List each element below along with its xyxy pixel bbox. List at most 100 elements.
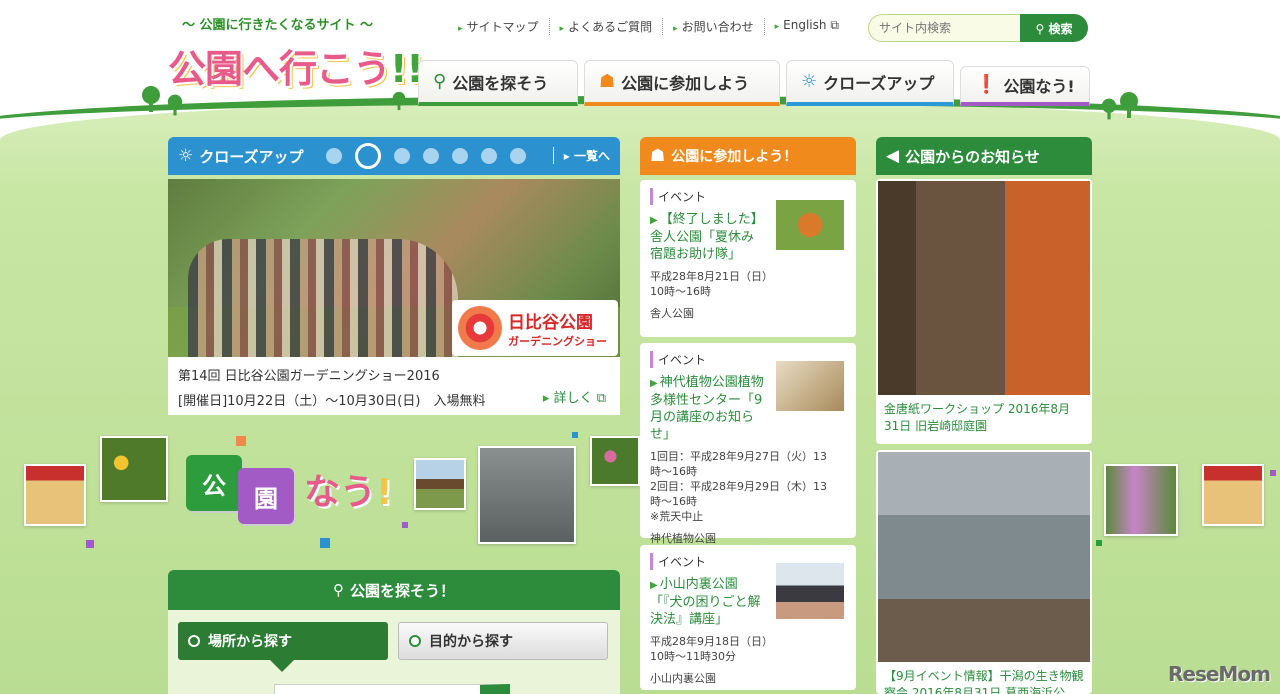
confetti bbox=[86, 540, 94, 548]
notice-header: ◀ 公園からのお知らせ bbox=[876, 137, 1092, 175]
sitemap-link[interactable]: ▸ サイトマップ bbox=[448, 18, 550, 35]
event-place: 舎人公園 bbox=[650, 307, 694, 320]
photo-tile-lilies[interactable] bbox=[1104, 464, 1178, 536]
lightbulb-icon: ☼ bbox=[801, 71, 818, 92]
contact-link[interactable]: ▸ お問い合わせ bbox=[663, 18, 765, 35]
event-place: 神代植物公園 bbox=[650, 532, 716, 545]
tab-participate[interactable]: ☗ 公園に参加しよう bbox=[584, 60, 780, 106]
event-thumbnail-dog[interactable] bbox=[776, 563, 844, 619]
main-tabs: ⚲ 公園を探そう ☗ 公園に参加しよう ☼ クローズアップ ❗ 公園なう! bbox=[418, 60, 1096, 106]
site-tagline: 〜 公園に行きたくなるサイト 〜 bbox=[182, 18, 374, 33]
nau-text: なう bbox=[304, 472, 377, 513]
nau-box-ko: 公 bbox=[186, 455, 242, 511]
participate-title: 公園に参加しよう！ bbox=[671, 149, 798, 165]
photo-tile-pergola[interactable] bbox=[414, 458, 466, 510]
event-card[interactable]: イベント ▶ 小山内裏公園「『犬の困りごと解決法』講座」 平成28年9月18日（日… bbox=[640, 545, 856, 690]
notice-caption-link[interactable]: 金唐紙ワークショップ 2016年8月31日 旧岩崎邸庭園 bbox=[876, 397, 1092, 439]
event-time: 10時〜11時30分 bbox=[650, 650, 736, 663]
photo-tile-flowers[interactable] bbox=[590, 436, 640, 486]
photo-tile-ducks[interactable] bbox=[478, 446, 576, 544]
people-icon: ☗ bbox=[599, 71, 616, 92]
arrow-circle-icon: ▶ bbox=[650, 215, 658, 226]
logo-text: 公園へ行こう bbox=[168, 47, 391, 91]
event-title-link[interactable]: ▶ 【終了しました】舎人公園「夏休み宿題お助け隊」 bbox=[650, 211, 764, 263]
arrow-circle-icon: ▶ bbox=[650, 378, 658, 389]
event-date-1: 1回目：平成28年9月27日（火）13時〜16時 bbox=[650, 450, 827, 478]
event-card[interactable]: イベント ▶ 【終了しました】舎人公園「夏休み宿題お助け隊」 平成28年8月21日… bbox=[640, 180, 856, 337]
notice-caption-link[interactable]: 【9月イベント情報】干潟の生き物観察会 2016年8月31日 葛西海浜公 bbox=[876, 664, 1092, 694]
notice-card[interactable]: 【9月イベント情報】干潟の生き物観察会 2016年8月31日 葛西海浜公 bbox=[876, 450, 1092, 694]
search-button[interactable]: ⚲ 検索 bbox=[1020, 14, 1088, 42]
tree-icon bbox=[1118, 92, 1140, 118]
notice-title: 公園からのお知らせ bbox=[905, 147, 1040, 166]
event-date-2: 2回目：平成28年9月29日（木）13時〜16時 bbox=[650, 480, 827, 508]
hibiya-badge: 日比谷公園 ガーデニングショー bbox=[452, 300, 618, 356]
tree-icon bbox=[140, 86, 162, 112]
lightbulb-icon: ☼ bbox=[178, 146, 194, 166]
tab-search-by-purpose[interactable]: 目的から探す bbox=[398, 622, 608, 660]
koen-now-logo[interactable]: 公 園 なう! bbox=[186, 454, 392, 524]
carousel-dot[interactable] bbox=[480, 148, 497, 164]
notice-photo-workshop[interactable] bbox=[878, 181, 1090, 395]
confetti bbox=[572, 432, 578, 438]
more-details-link[interactable]: ▸ 詳しく ⧉ bbox=[543, 387, 606, 406]
search-input[interactable] bbox=[868, 14, 1020, 42]
tab-search-by-place[interactable]: 場所から探す bbox=[178, 622, 388, 660]
park-search-header: ⚲ 公園を探そう！ bbox=[168, 570, 620, 610]
participate-header: ☗ 公園に参加しよう！ bbox=[640, 137, 856, 175]
badge-event-name: ガーデニングショー bbox=[508, 334, 607, 348]
arrow-circle-icon: ▸ bbox=[563, 149, 574, 163]
event-thumbnail-drawing[interactable] bbox=[776, 361, 844, 411]
event-note: ※荒天中止 bbox=[650, 510, 704, 523]
photo-tile-bread[interactable] bbox=[24, 464, 86, 526]
place-select[interactable] bbox=[274, 684, 510, 694]
notice-photo-tideflat[interactable] bbox=[878, 452, 1090, 662]
photo-tile-sunflower[interactable] bbox=[100, 436, 168, 502]
arrow-right-icon: ▸ bbox=[559, 24, 565, 34]
event-time: 10時〜16時 bbox=[650, 285, 711, 298]
tree-icon bbox=[1100, 98, 1118, 120]
event-title-link[interactable]: ▶ 神代植物公園植物多様性センター「9月の講座のお知らせ」 bbox=[650, 374, 764, 443]
photo-tile-bread[interactable] bbox=[1202, 464, 1264, 526]
event-title-link[interactable]: ▶ 小山内裏公園「『犬の困りごと解決法』講座」 bbox=[650, 576, 764, 628]
event-thumbnail-butterfly[interactable] bbox=[776, 200, 844, 250]
tree-icon bbox=[166, 94, 184, 116]
nau-box-en: 園 bbox=[238, 468, 294, 524]
tab-find-park[interactable]: ⚲ 公園を探そう bbox=[418, 60, 578, 106]
confetti bbox=[320, 538, 330, 548]
arrow-right-icon: ▸ bbox=[458, 24, 463, 34]
exclamation-icon: ❗ bbox=[975, 74, 998, 95]
arrow-circle-icon: ▶ bbox=[650, 580, 658, 591]
arrow-right-icon: ▸ bbox=[774, 22, 780, 32]
carousel-dot[interactable] bbox=[393, 148, 410, 164]
carousel-dot-active[interactable] bbox=[354, 143, 381, 169]
tab-closeup[interactable]: ☼ クローズアップ bbox=[786, 60, 954, 106]
confetti bbox=[402, 522, 408, 528]
carousel-dot[interactable] bbox=[325, 148, 342, 164]
arrow-circle-icon: ▸ bbox=[542, 391, 554, 406]
tab-koen-now[interactable]: ❗ 公園なう! bbox=[960, 66, 1090, 106]
carousel-dot[interactable] bbox=[422, 148, 439, 164]
confetti bbox=[1270, 470, 1276, 476]
carousel-dot[interactable] bbox=[509, 148, 526, 164]
resemom-watermark: ReseMom bbox=[1168, 662, 1271, 686]
carousel-dot[interactable] bbox=[451, 148, 468, 164]
site-logo[interactable]: 公園へ行こう!! bbox=[168, 38, 424, 93]
photo-crowd bbox=[188, 239, 458, 357]
notice-card[interactable]: 金唐紙ワークショップ 2016年8月31日 旧岩崎邸庭園 bbox=[876, 179, 1092, 444]
radio-selected-icon bbox=[188, 635, 200, 647]
faq-link[interactable]: ▸ よくあるご質問 bbox=[550, 18, 664, 35]
park-search-title: 公園を探そう！ bbox=[349, 581, 455, 600]
tab-pointer bbox=[270, 660, 294, 672]
event-place: 小山内裏公園 bbox=[650, 672, 716, 685]
event-card[interactable]: イベント ▶ 神代植物公園植物多様性センター「9月の講座のお知らせ」 1回目：平成… bbox=[640, 343, 856, 545]
tree-icon bbox=[391, 91, 406, 111]
carousel-dots bbox=[325, 143, 539, 169]
english-link[interactable]: ▸ English ⧉ bbox=[765, 18, 849, 35]
closeup-list-link[interactable]: ▸ 一覧へ bbox=[552, 147, 610, 164]
closeup-caption: 第14回 日比谷公園ガーデニングショー2016 [開催日]10月22日（土）〜1… bbox=[168, 357, 620, 415]
search-icon: ⚲ bbox=[433, 71, 447, 92]
event-date: 平成28年9月18日（日） bbox=[650, 635, 773, 648]
megaphone-icon: ◀ bbox=[886, 146, 900, 166]
nau-exclamation: ! bbox=[376, 472, 393, 513]
